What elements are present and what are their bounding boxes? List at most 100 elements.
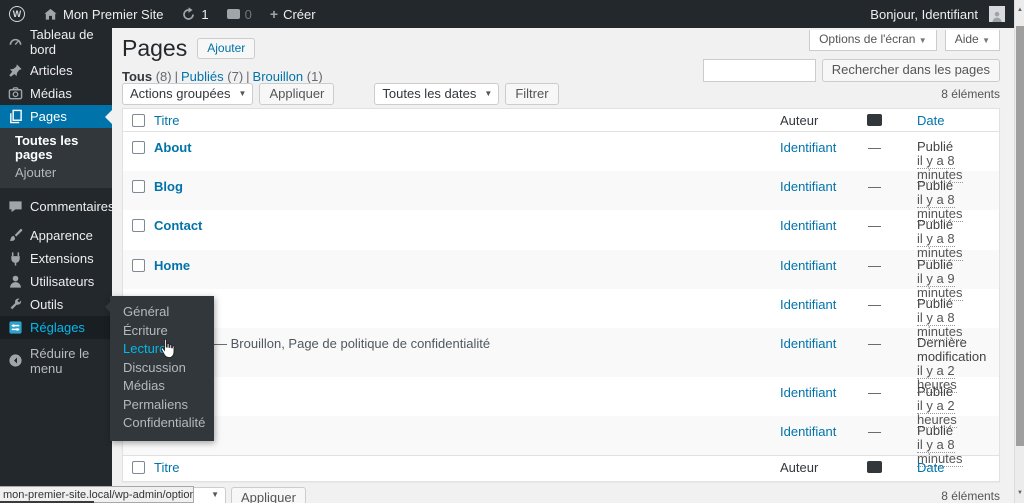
pages-table: Titre Auteur Date About Identifiant — Pu… bbox=[122, 108, 1000, 482]
column-header-author: Auteur bbox=[780, 113, 818, 128]
new-content-link[interactable]: + Créer bbox=[261, 0, 325, 28]
scrollbar-thumb[interactable] bbox=[1016, 26, 1024, 446]
row-checkbox[interactable] bbox=[132, 141, 145, 154]
separator: | bbox=[246, 69, 249, 84]
sidebar-item-plugins[interactable]: Extensions bbox=[0, 247, 112, 270]
column-footer-title[interactable]: Titre bbox=[154, 460, 180, 475]
sidebar-item-posts[interactable]: Articles bbox=[0, 59, 112, 82]
publish-status: Publié bbox=[917, 384, 953, 399]
row-checkbox[interactable] bbox=[132, 219, 145, 232]
author-link[interactable]: Identifiant bbox=[780, 258, 836, 273]
sidebar-item-settings[interactable]: Réglages bbox=[0, 316, 112, 339]
publish-status: Publié bbox=[917, 423, 953, 438]
view-all[interactable]: Tous (8) bbox=[122, 69, 172, 84]
author-link[interactable]: Identifiant bbox=[780, 179, 836, 194]
author-link[interactable]: Identifiant bbox=[780, 385, 836, 400]
author-link[interactable]: Identifiant bbox=[780, 218, 836, 233]
comments-icon bbox=[8, 199, 23, 214]
search-pages-button[interactable]: Rechercher dans les pages bbox=[822, 59, 1000, 82]
author-link[interactable]: Identifiant bbox=[780, 140, 836, 155]
collapse-menu-button[interactable]: Réduire le menu bbox=[0, 349, 112, 372]
flyout-item-discussion[interactable]: Discussion bbox=[110, 359, 214, 378]
avatar bbox=[989, 6, 1005, 22]
column-header-title[interactable]: Titre bbox=[154, 113, 180, 128]
publish-status: Publié bbox=[917, 257, 953, 272]
search-input[interactable] bbox=[703, 59, 816, 82]
page-title-link[interactable]: Contact bbox=[154, 218, 202, 233]
view-published[interactable]: Publiés (7) bbox=[181, 69, 243, 84]
sidebar-item-label: Apparence bbox=[30, 228, 93, 243]
flyout-item-general[interactable]: Général bbox=[110, 303, 214, 322]
sidebar-item-media[interactable]: Médias bbox=[0, 82, 112, 105]
date-filter-select[interactable]: Toutes les dates ▼ bbox=[374, 83, 499, 105]
bulk-actions-select[interactable]: Actions groupées ▼ bbox=[122, 83, 253, 105]
flyout-item-privacy[interactable]: Confidentialité bbox=[110, 414, 214, 433]
flyout-item-permalinks[interactable]: Permaliens bbox=[110, 396, 214, 415]
add-page-button[interactable]: Ajouter bbox=[197, 38, 255, 59]
dashboard-icon bbox=[8, 34, 23, 49]
column-header-date[interactable]: Date bbox=[917, 113, 944, 128]
sidebar-item-label: Commentaires bbox=[30, 199, 115, 214]
author-link[interactable]: Identifiant bbox=[780, 336, 836, 351]
sidebar-item-label: Outils bbox=[30, 297, 63, 312]
items-count: 8 éléments bbox=[941, 87, 1000, 101]
row-checkbox[interactable] bbox=[132, 259, 145, 272]
account-greeting: Bonjour, Identifiant bbox=[870, 7, 978, 22]
filter-button[interactable]: Filtrer bbox=[505, 83, 558, 105]
page-title-link[interactable]: Blog bbox=[154, 179, 183, 194]
publish-status: Publié bbox=[917, 178, 953, 193]
row-checkbox[interactable] bbox=[132, 180, 145, 193]
new-content-label: Créer bbox=[283, 7, 316, 22]
pages-submenu: Toutes les pages Ajouter bbox=[0, 128, 112, 188]
vertical-scrollbar[interactable]: ▲ ▼ bbox=[1014, 0, 1024, 503]
chevron-down-icon: ▼ bbox=[982, 36, 990, 45]
sidebar-item-dashboard[interactable]: Tableau de bord bbox=[0, 30, 112, 53]
comments-column-icon[interactable] bbox=[867, 114, 882, 126]
table-row: Identifiant — Publiéil y a 8 minutes bbox=[123, 416, 999, 455]
help-button[interactable]: Aide ▼ bbox=[945, 30, 1000, 51]
sidebar-item-tools[interactable]: Outils bbox=[0, 293, 112, 316]
table-row: Identifiant — Publiéil y a 8 minutes bbox=[123, 289, 999, 328]
sidebar-item-pages[interactable]: Pages bbox=[0, 105, 112, 128]
admin-menu: Tableau de bord Articles Médias Pages To… bbox=[0, 28, 112, 487]
site-name-link[interactable]: Mon Premier Site bbox=[34, 0, 172, 28]
settings-flyout-menu: Général Écriture Lecture Discussion Médi… bbox=[110, 296, 214, 441]
flyout-item-media[interactable]: Médias bbox=[110, 377, 214, 396]
chevron-down-icon: ▼ bbox=[919, 36, 927, 45]
apply-button-bottom[interactable]: Appliquer bbox=[231, 487, 306, 503]
sidebar-item-label: Pages bbox=[30, 109, 67, 124]
table-row: Identifiant — Publiéil y a 2 heures bbox=[123, 377, 999, 416]
scroll-up-arrow[interactable]: ▲ bbox=[1015, 7, 1024, 13]
submenu-item-add-page[interactable]: Ajouter bbox=[0, 164, 112, 182]
column-footer-date[interactable]: Date bbox=[917, 460, 944, 475]
select-all-checkbox[interactable] bbox=[132, 461, 145, 474]
view-draft[interactable]: Brouillon (1) bbox=[253, 69, 323, 84]
account-menu[interactable]: Bonjour, Identifiant bbox=[861, 0, 1014, 28]
comments-column-icon[interactable] bbox=[867, 461, 882, 473]
select-all-checkbox[interactable] bbox=[132, 114, 145, 127]
page-title-link[interactable]: Home bbox=[154, 258, 190, 273]
wordpress-logo-icon: W bbox=[9, 6, 25, 22]
sidebar-item-users[interactable]: Utilisateurs bbox=[0, 270, 112, 293]
comments-link[interactable]: 0 bbox=[218, 0, 261, 28]
publish-status: Publié bbox=[917, 296, 953, 311]
admin-bar: W Mon Premier Site 1 0 + Créer Bonjour, … bbox=[0, 0, 1014, 28]
author-link[interactable]: Identifiant bbox=[780, 297, 836, 312]
sidebar-item-appearance[interactable]: Apparence bbox=[0, 224, 112, 247]
collapse-icon bbox=[8, 353, 23, 368]
scroll-down-arrow[interactable]: ▼ bbox=[1015, 490, 1024, 496]
page-title: Pages bbox=[122, 34, 187, 62]
chevron-down-icon: ▼ bbox=[211, 490, 219, 499]
comments-count: 0 bbox=[245, 7, 252, 22]
sidebar-item-comments[interactable]: Commentaires bbox=[0, 195, 112, 218]
table-row: Home Identifiant — Publiéil y a 9 minute… bbox=[123, 250, 999, 289]
wp-logo-menu[interactable]: W bbox=[0, 0, 34, 28]
submenu-item-all-pages[interactable]: Toutes les pages bbox=[0, 132, 112, 164]
apply-button[interactable]: Appliquer bbox=[259, 83, 334, 105]
author-link[interactable]: Identifiant bbox=[780, 424, 836, 439]
screen-options-button[interactable]: Options de l'écran ▼ bbox=[809, 30, 937, 51]
page-title-link[interactable]: About bbox=[154, 140, 192, 155]
sidebar-item-label: Articles bbox=[30, 63, 73, 78]
pushpin-icon bbox=[8, 63, 23, 78]
updates-link[interactable]: 1 bbox=[172, 0, 217, 28]
